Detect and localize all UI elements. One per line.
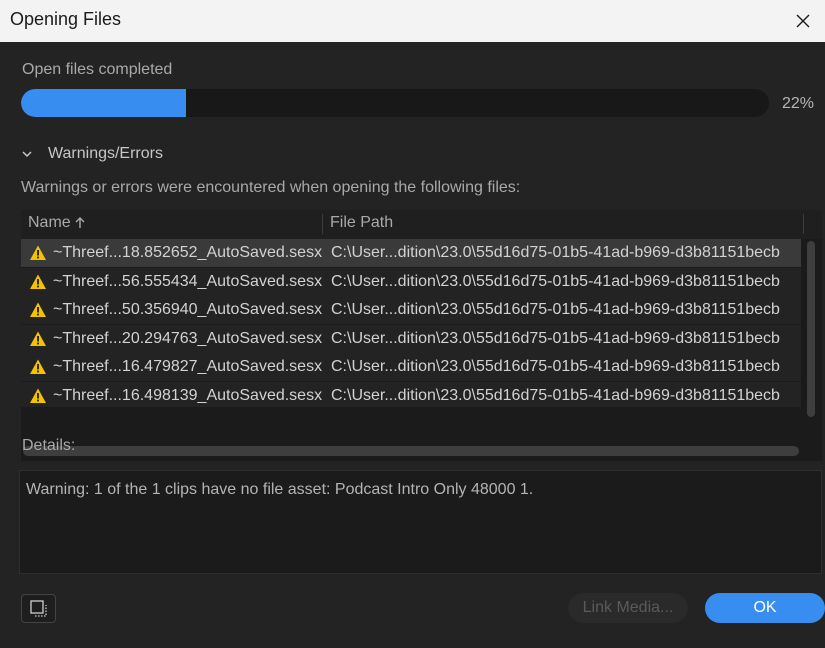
progress-bar	[21, 89, 769, 117]
file-path-cell: C:\User...dition\23.0\55d16d75-01b5-41ad…	[331, 386, 780, 404]
warnings-errors-toggle[interactable]: Warnings/Errors	[18, 142, 163, 166]
file-name-cell: ~Threef...18.852652_AutoSaved.sesx	[53, 244, 323, 261]
table-header: Name File Path	[21, 210, 822, 239]
warning-icon	[30, 302, 46, 317]
files-table: Name File Path ~Threef...18.852652_AutoS…	[21, 210, 822, 461]
table-row[interactable]: ~Threef...16.498139_AutoSaved.sesx C:\Use…	[21, 381, 801, 407]
progress-percent: 22%	[782, 95, 815, 112]
file-path-cell: C:\User...dition\23.0\55d16d75-01b5-41ad…	[331, 244, 780, 261]
column-header-file-path[interactable]: File Path	[330, 214, 393, 232]
file-name-cell: ~Threef...20.294763_AutoSaved.sesx	[53, 329, 323, 347]
file-path-cell: C:\User...dition\23.0\55d16d75-01b5-41ad…	[331, 329, 780, 347]
close-icon	[796, 14, 810, 28]
progress-label: Open files completed	[22, 61, 173, 78]
file-path-cell: C:\User...dition\23.0\55d16d75-01b5-41ad…	[331, 358, 780, 375]
warnings-errors-label: Warnings/Errors	[48, 145, 163, 162]
file-path-cell: C:\User...dition\23.0\55d16d75-01b5-41ad…	[331, 272, 780, 290]
expand-window-button[interactable]	[21, 594, 56, 623]
column-path-label: File Path	[330, 214, 394, 231]
table-body: ~Threef...18.852652_AutoSaved.sesx C:\Use…	[21, 239, 801, 407]
horizontal-scrollbar[interactable]	[21, 444, 801, 458]
progress-fill	[21, 89, 186, 117]
file-name-cell: ~Threef...16.498139_AutoSaved.sesx	[53, 386, 323, 404]
warning-icon	[30, 331, 46, 346]
table-row[interactable]: ~Threef...18.852652_AutoSaved.sesx C:\Use…	[21, 239, 801, 267]
file-name-cell: ~Threef...50.356940_AutoSaved.sesx	[53, 301, 323, 318]
chevron-down-icon	[18, 145, 36, 163]
title-bar: Opening Files	[0, 0, 825, 42]
table-row[interactable]: ~Threef...56.555434_AutoSaved.sesx C:\Use…	[21, 267, 801, 296]
opening-files-dialog: Open files completed 22% Warnings/Errors…	[0, 42, 825, 648]
table-row[interactable]: ~Threef...16.479827_AutoSaved.sesx C:\Use…	[21, 353, 801, 381]
warning-icon	[30, 274, 46, 289]
details-label: Details:	[22, 437, 76, 454]
column-name-label: Name	[28, 214, 71, 231]
warning-message: Warnings or errors were encountered when…	[21, 179, 521, 196]
warning-icon	[30, 388, 46, 403]
file-name-cell: ~Threef...16.479827_AutoSaved.sesx	[53, 358, 323, 375]
warning-icon	[30, 359, 46, 374]
window-resize-icon	[29, 599, 47, 617]
file-path-cell: C:\User...dition\23.0\55d16d75-01b5-41ad…	[331, 301, 780, 318]
window-title: Opening Files	[10, 9, 122, 29]
column-separator[interactable]	[322, 214, 323, 234]
details-box[interactable]: Warning: 1 of the 1 clips have no file a…	[19, 470, 822, 574]
column-separator[interactable]	[803, 214, 804, 234]
vertical-scroll-thumb[interactable]	[807, 241, 815, 417]
details-text: Warning: 1 of the 1 clips have no file a…	[26, 481, 534, 498]
column-header-name[interactable]: Name	[28, 214, 86, 232]
file-name-cell: ~Threef...56.555434_AutoSaved.sesx	[53, 272, 323, 290]
warning-icon	[30, 245, 46, 260]
horizontal-scroll-thumb[interactable]	[23, 446, 799, 456]
link-media-button[interactable]: Link Media...	[568, 593, 688, 623]
ok-button[interactable]: OK	[705, 593, 825, 623]
arrow-up-icon	[75, 217, 85, 228]
vertical-scrollbar[interactable]	[804, 241, 818, 417]
close-button[interactable]	[781, 0, 825, 42]
table-row[interactable]: ~Threef...50.356940_AutoSaved.sesx C:\Use…	[21, 296, 801, 324]
table-row[interactable]: ~Threef...20.294763_AutoSaved.sesx C:\Use…	[21, 324, 801, 353]
